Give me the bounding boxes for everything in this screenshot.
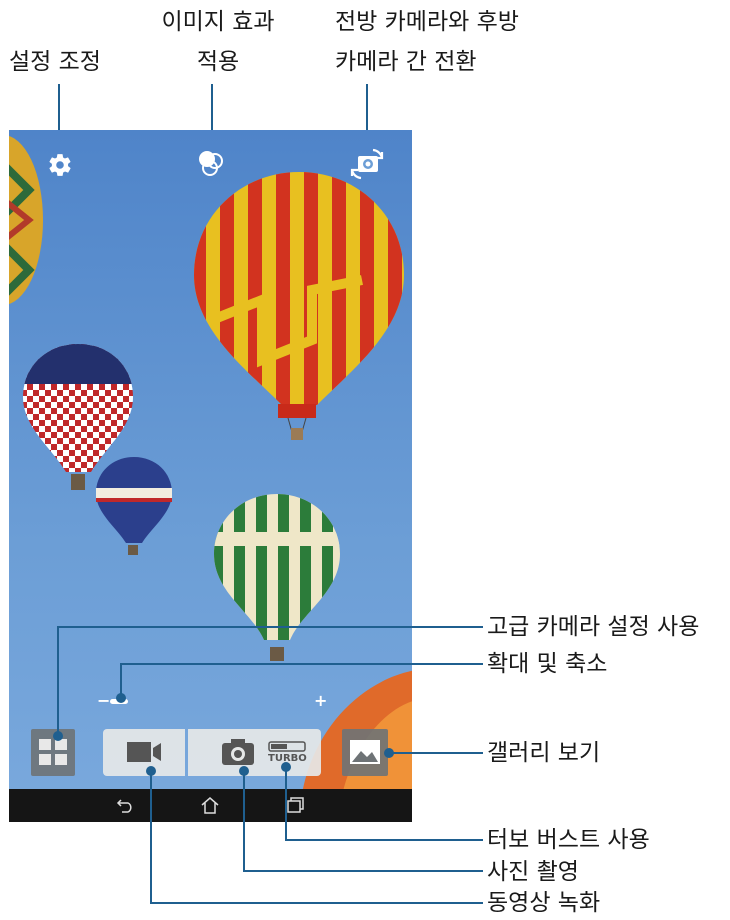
leader-photo-v bbox=[243, 770, 245, 871]
leader-dot bbox=[239, 766, 249, 776]
callout-video: 동영상 녹화 bbox=[487, 890, 601, 916]
leader-turbo-v bbox=[285, 766, 287, 840]
callout-effects-line2: 적용 bbox=[196, 49, 240, 75]
camera-viewfinder: − + TURBO bbox=[9, 130, 412, 822]
leader-turbo-h bbox=[285, 839, 483, 841]
leader-photo-h bbox=[243, 870, 483, 872]
callout-photo: 사진 촬영 bbox=[487, 859, 579, 885]
callout-effects-line1: 이미지 효과 bbox=[161, 9, 275, 35]
callout-turbo: 터보 버스트 사용 bbox=[487, 827, 650, 853]
callout-advanced: 고급 카메라 설정 사용 bbox=[487, 614, 700, 640]
balloon-large-striped bbox=[194, 172, 404, 440]
home-icon[interactable] bbox=[200, 797, 220, 814]
leader-dot bbox=[281, 762, 291, 772]
leader-gallery-h bbox=[388, 752, 483, 754]
video-camera-icon bbox=[127, 742, 161, 762]
leader-dot bbox=[116, 693, 126, 703]
recent-apps-icon[interactable] bbox=[286, 797, 306, 813]
callout-switch-line1: 전방 카메라와 후방 bbox=[335, 9, 519, 35]
balloon-green-cream bbox=[214, 494, 340, 661]
gallery-icon bbox=[350, 740, 380, 764]
leader-advanced-h bbox=[57, 626, 483, 628]
gallery-button[interactable] bbox=[342, 729, 388, 776]
navigation-bar bbox=[9, 789, 412, 822]
switch-camera-icon[interactable] bbox=[349, 146, 385, 180]
effects-icon[interactable] bbox=[196, 148, 226, 178]
zoom-out-label: − bbox=[97, 691, 111, 710]
gear-icon[interactable] bbox=[47, 152, 73, 178]
record-video-button[interactable] bbox=[103, 729, 185, 776]
take-photo-button[interactable]: TURBO bbox=[188, 729, 321, 776]
callout-gallery: 갤러리 보기 bbox=[487, 740, 601, 766]
camera-icon bbox=[222, 739, 254, 765]
balloon-blue-white bbox=[96, 457, 172, 555]
leader-dot bbox=[146, 766, 156, 776]
leader-video-h bbox=[150, 902, 483, 904]
callout-settings: 설정 조정 bbox=[9, 49, 101, 75]
callout-switch-line2: 카메라 간 전환 bbox=[335, 49, 477, 75]
balloon-left-partial bbox=[9, 135, 43, 305]
turbo-toggle-icon bbox=[268, 741, 306, 752]
leader-dot bbox=[384, 748, 394, 758]
leader-video-v bbox=[150, 770, 152, 903]
leader-advanced-v bbox=[57, 626, 59, 736]
leader-dot bbox=[53, 731, 63, 741]
leader-zoom-h bbox=[120, 663, 483, 665]
back-icon[interactable] bbox=[116, 797, 136, 813]
callout-zoom: 확대 및 축소 bbox=[487, 651, 608, 677]
zoom-in-label: + bbox=[314, 691, 328, 710]
